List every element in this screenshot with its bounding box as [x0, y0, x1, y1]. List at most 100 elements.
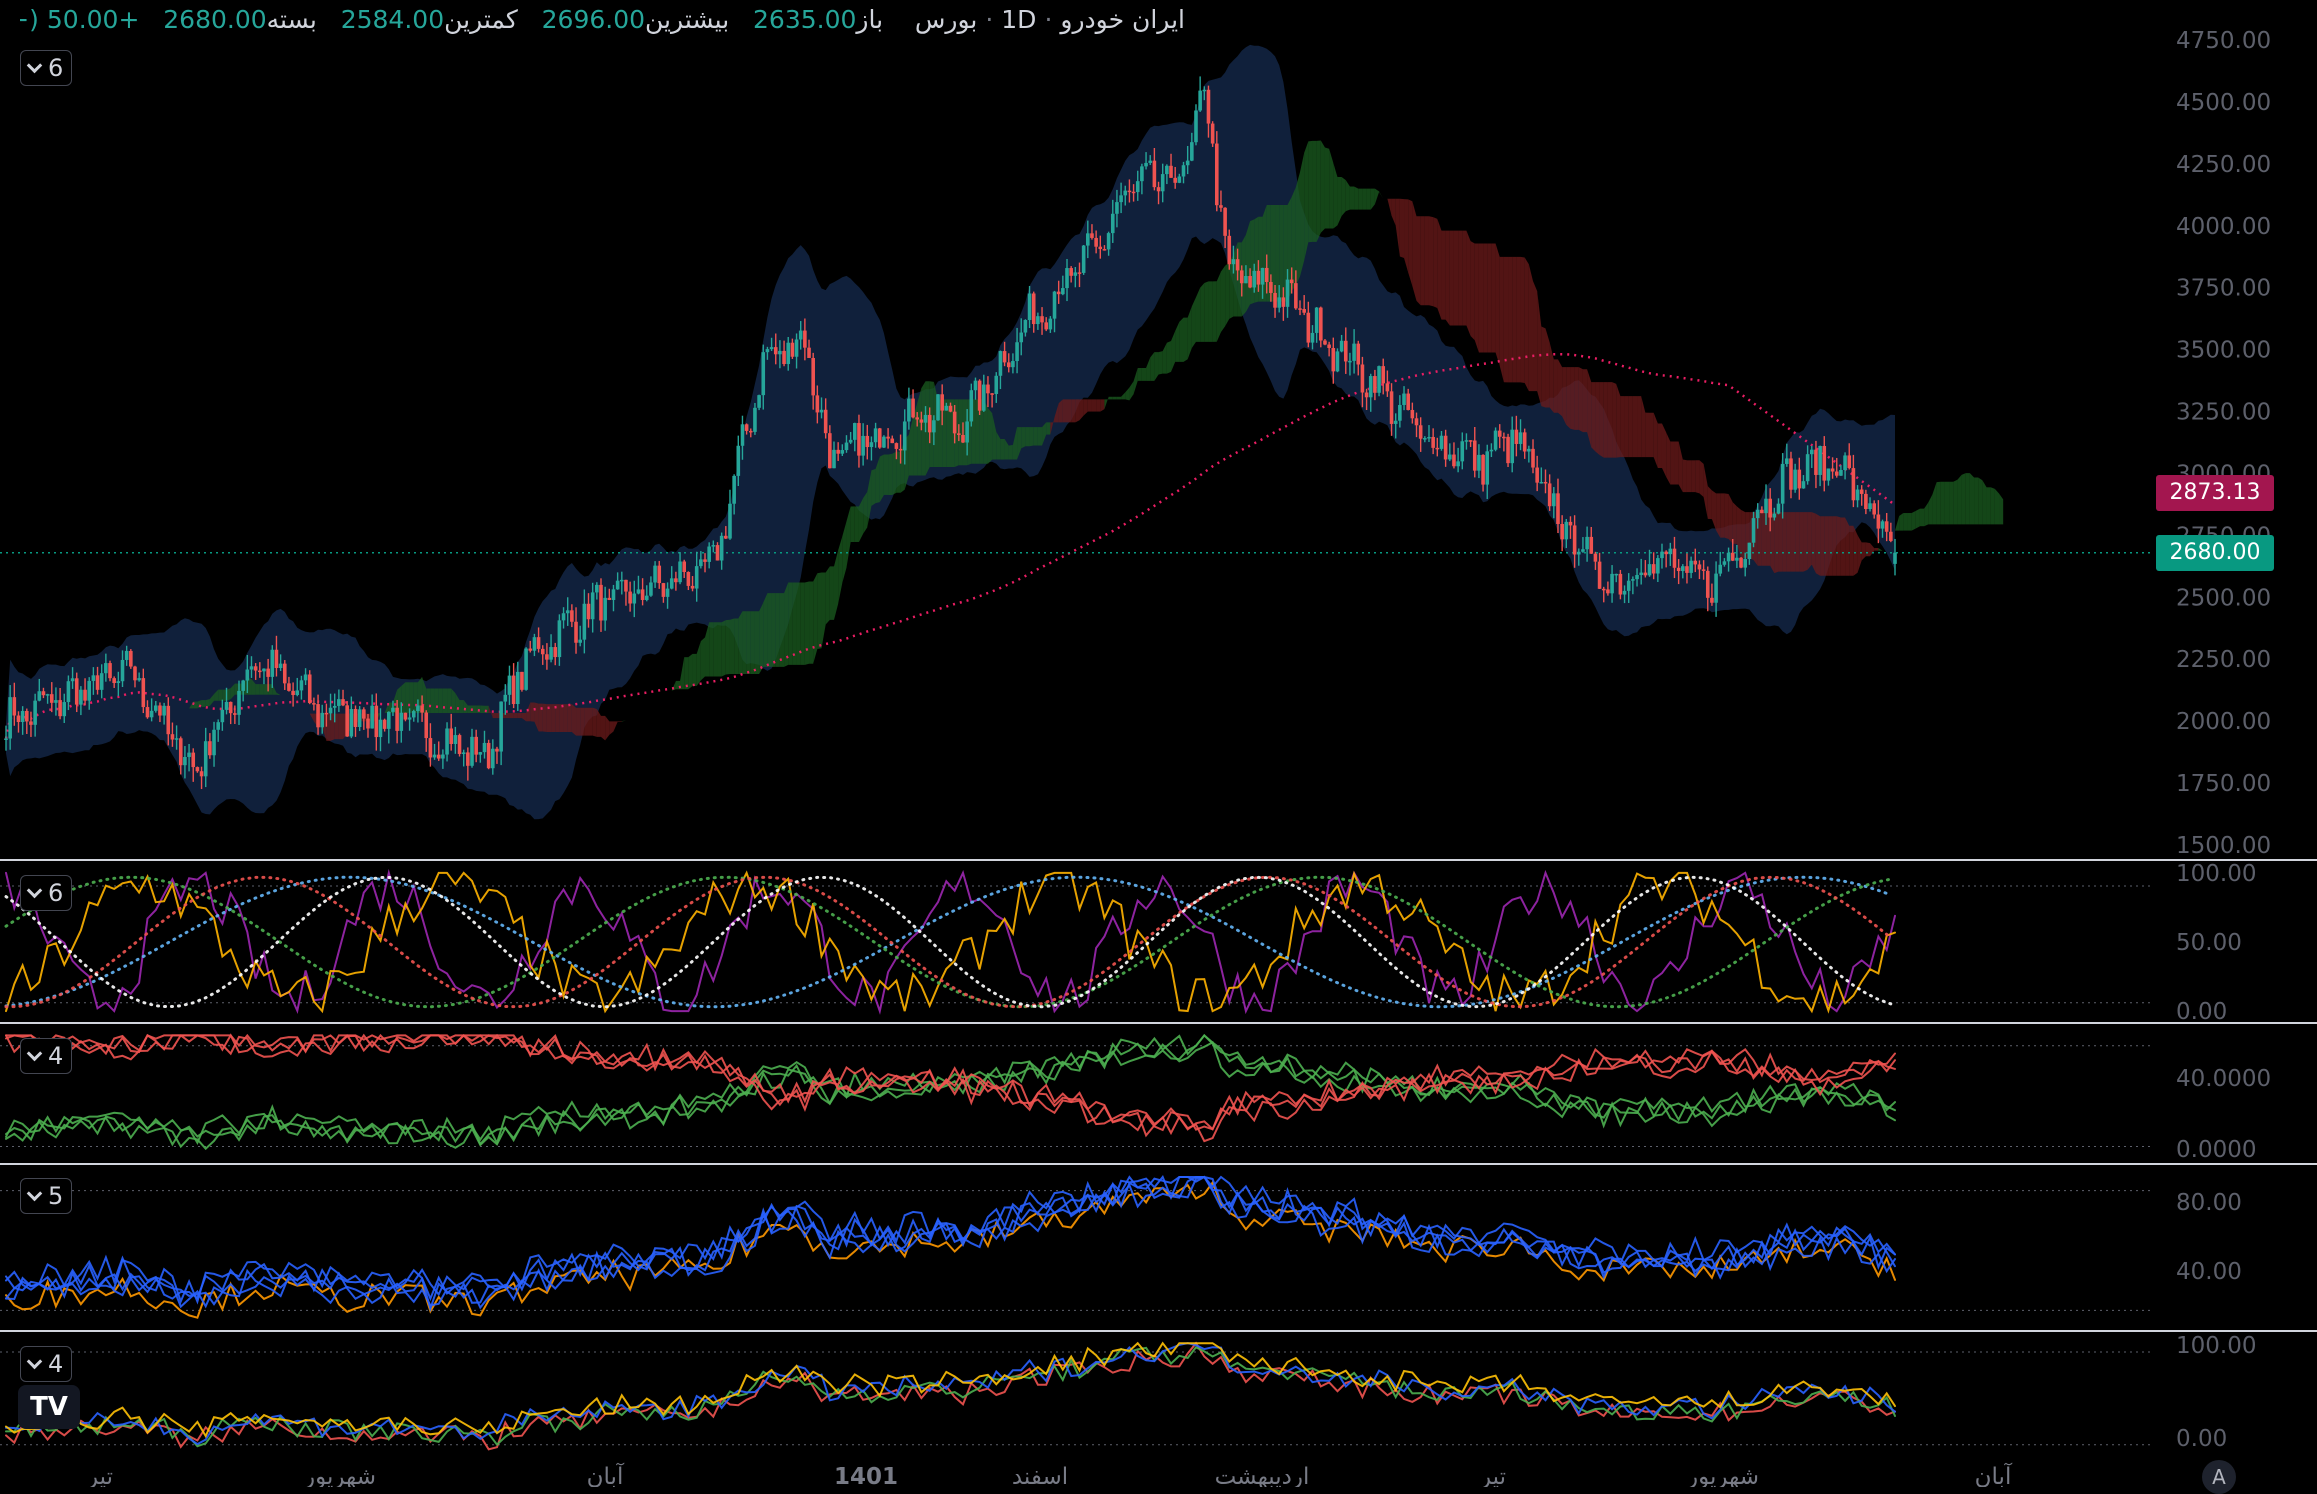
cloud-segment: [746, 611, 751, 675]
chart-canvas[interactable]: 4750.00 4500.00 4250.00 4000.00 3750.00 3500.…: [0, 0, 2317, 1487]
cloud-segment: [1503, 256, 1509, 383]
price-axis: 4750.00 4500.00 4250.00 4000.00 3750.00 3500.…: [2176, 28, 2271, 1452]
chevron-down-icon: [26, 1045, 43, 1061]
open-label: باز: [856, 5, 884, 34]
cloud-segment: [1345, 180, 1350, 212]
cloud-segment: [1845, 517, 1850, 576]
cloud-segment: [1657, 423, 1662, 468]
cloud-segment: [1304, 141, 1309, 261]
cloud-segment: [1953, 479, 1958, 525]
cloud-segment: [1907, 513, 1912, 531]
symbol-name[interactable]: ایران خودرو: [1060, 5, 1185, 34]
cloud-segment: [1112, 396, 1117, 400]
cloud-segment: [1874, 548, 1879, 551]
close-value: 2680.00: [163, 5, 267, 34]
cloud-segment: [1965, 473, 1970, 525]
oscillator-line: [5, 1175, 1896, 1310]
cloud-segment: [987, 407, 993, 464]
interval-label[interactable]: 1D: [1001, 5, 1036, 34]
cloud-segment: [1699, 460, 1704, 498]
cloud-segment: [1645, 412, 1650, 458]
cloud-segment: [596, 708, 601, 737]
pane1-indicators-toggle[interactable]: 6: [20, 875, 73, 911]
cloud-segment: [613, 721, 618, 732]
cloud-segment: [1062, 399, 1068, 423]
cloud-segment: [1191, 297, 1196, 348]
cloud-segment: [1682, 459, 1687, 493]
cloud-segment: [1341, 176, 1346, 217]
candle: [1377, 365, 1381, 397]
cloud-segment: [1707, 486, 1712, 520]
price-tick-label: 3500.00: [2176, 338, 2271, 364]
cloud-segment: [1790, 512, 1796, 572]
cloud-segment: [1437, 218, 1442, 320]
cloud-segment: [838, 536, 843, 604]
cloud-segment: [888, 453, 893, 495]
cloud-segment: [1179, 317, 1184, 362]
pane2-indicators-toggle[interactable]: 4: [20, 1038, 73, 1074]
oscillator-line: [5, 1341, 1896, 1439]
cloud-segment: [1512, 256, 1517, 383]
cloud-segment: [1807, 512, 1812, 570]
candle: [511, 663, 516, 709]
cloud-segment: [1782, 512, 1787, 572]
cloud-segment: [854, 506, 859, 542]
cloud-segment: [1574, 367, 1579, 430]
candle: [977, 379, 982, 415]
cloud-segment: [829, 566, 834, 620]
cloud-segment: [1516, 256, 1521, 383]
cloud-segment: [1961, 473, 1966, 525]
cloud-segment: [684, 657, 689, 690]
cloud-segment: [1079, 399, 1084, 421]
cloud-segment: [1000, 438, 1005, 460]
cloud-segment: [1125, 387, 1130, 401]
cloud-segment: [1329, 148, 1334, 229]
candle: [1081, 244, 1086, 275]
cloud-segment: [1728, 494, 1733, 544]
chevron-down-icon: [26, 882, 43, 898]
oscillator-pane-4: [0, 1341, 2150, 1451]
cloud-segment: [804, 581, 810, 665]
cloud-segment: [1404, 199, 1409, 273]
cloud-segment: [1150, 352, 1155, 381]
low-value: 2584.00: [340, 5, 445, 34]
cloud-segment: [717, 622, 722, 677]
cloud-segment: [1158, 351, 1163, 375]
cloud-segment: [1541, 326, 1546, 408]
cloud-segment: [696, 641, 701, 686]
pane4-indicators-toggle[interactable]: 4: [20, 1346, 73, 1382]
cloud-segment: [1849, 525, 1854, 576]
cloud-segment: [1466, 230, 1471, 337]
candle: [757, 394, 761, 411]
price-tick-label: 1500.00: [2176, 833, 2271, 859]
oscillator-line: [5, 1180, 1896, 1319]
last-price-tag: 2680.00: [2156, 534, 2274, 571]
cloud-segment: [792, 582, 797, 665]
cloud-segment: [871, 468, 876, 506]
cloud-segment: [1087, 399, 1092, 412]
cloud-segment: [842, 521, 847, 583]
auto-scale-button[interactable]: A: [2202, 1460, 2236, 1494]
cloud-segment: [1333, 162, 1338, 229]
cloud-segment: [1566, 367, 1571, 429]
cloud-segment: [1528, 264, 1534, 392]
price-tick-label: 2000.00: [2176, 709, 2271, 735]
cloud-segment: [1741, 509, 1746, 559]
cloud-segment: [1557, 359, 1563, 417]
cloud-segment: [1670, 441, 1675, 485]
cloud-segment: [447, 688, 452, 714]
pane3-indicators-toggle[interactable]: 5: [20, 1178, 73, 1214]
main-indicators-toggle[interactable]: 6: [20, 50, 73, 86]
cloud-segment: [1141, 367, 1147, 381]
cloud-segment: [1986, 487, 1991, 525]
cloud-segment: [1391, 198, 1396, 226]
oscillator-tick-label: 100.00: [2176, 1333, 2256, 1359]
candle: [520, 671, 524, 692]
cloud-segment: [1395, 198, 1400, 257]
price-tick-label: 4000.00: [2176, 214, 2271, 240]
tradingview-logo[interactable]: TV: [18, 1385, 80, 1429]
cloud-segment: [1424, 216, 1429, 306]
high-label: بیشترین: [645, 5, 730, 34]
cloud-segment: [430, 688, 435, 714]
cloud-segment: [1915, 508, 1920, 529]
